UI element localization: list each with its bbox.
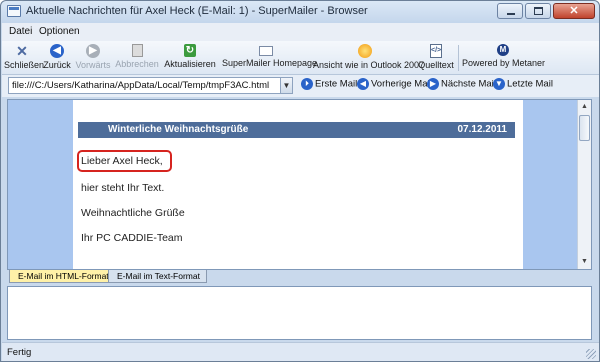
stop-button[interactable]: Abbrechen (115, 41, 159, 75)
close-window-button[interactable]: ✕ (553, 3, 595, 19)
close-icon: ✕ (569, 5, 579, 17)
close-x-icon: ✕ (16, 43, 28, 59)
toolbar: ✕ Schließen ◀ Zurück ▶ Vorwärts Abbreche… (2, 41, 599, 75)
source-code-icon: </> (430, 44, 442, 58)
browser-window: Aktuelle Nachrichten für Axel Heck (E-Ma… (0, 0, 600, 362)
arrow-down-icon: ▼ (493, 78, 505, 90)
toolbar-separator (458, 45, 459, 71)
minimize-icon (507, 13, 515, 15)
scroll-down-icon[interactable]: ▼ (579, 256, 590, 268)
first-mail-icon: ⏵ (301, 78, 313, 90)
mail-greeting: Weihnachtliche Grüße (81, 207, 185, 219)
next-mail-button[interactable]: ▶ Nächste Mail (427, 78, 496, 94)
format-tabs: E-Mail im HTML-Format E-Mail im Text-For… (7, 270, 592, 284)
stop-page-icon (131, 44, 143, 57)
scrollbar-thumb[interactable] (579, 115, 590, 141)
refresh-button[interactable]: ↻ Aktualisieren (161, 41, 219, 75)
address-bar: file:///C:/Users/Katharina/AppData/Local… (2, 75, 599, 97)
back-button[interactable]: ◀ Zurück (42, 41, 72, 75)
resize-grip-icon[interactable] (586, 349, 596, 359)
url-text: file:///C:/Users/Katharina/AppData/Local… (12, 80, 270, 91)
chevron-down-icon[interactable]: ▼ (280, 78, 292, 93)
menu-item-optionen[interactable]: Optionen (39, 26, 80, 37)
scroll-up-icon[interactable]: ▲ (579, 101, 590, 113)
mail-viewport[interactable]: Winterliche Weihnachtsgrüße 07.12.2011 L… (7, 99, 592, 270)
menu-bar: Datei Optionen (2, 23, 599, 41)
refresh-button-label: Aktualisieren (164, 59, 216, 69)
prev-mail-button[interactable]: ◀ Vorherige Mail (357, 78, 432, 94)
maximize-button[interactable] (525, 3, 551, 19)
close-button-label: Schließen (4, 60, 45, 70)
title-bar[interactable]: Aktuelle Nachrichten für Axel Heck (E-Ma… (1, 1, 599, 23)
mail-signature: Ihr PC CADDIE-Team (81, 232, 183, 244)
arrow-right-icon: ▶ (427, 78, 439, 90)
refresh-icon: ↻ (184, 44, 196, 57)
app-window-icon (7, 5, 21, 17)
outlook-view-button[interactable]: Ansicht wie in Outlook 2007 (313, 41, 425, 75)
prev-mail-label: Vorherige Mail (371, 78, 432, 90)
forward-button[interactable]: ▶ Vorwärts (74, 41, 112, 75)
status-bar: Fertig (2, 342, 599, 361)
window-controls: ✕ (497, 3, 595, 19)
mail-body-text: hier steht Ihr Text. (81, 182, 165, 194)
url-field[interactable]: file:///C:/Users/Katharina/AppData/Local… (8, 77, 293, 94)
outlook-view-button-label: Ansicht wie in Outlook 2007 (313, 60, 425, 70)
metaner-button-label: Powered by Metaner (462, 58, 546, 68)
mail-salutation: Lieber Axel Heck, (81, 155, 163, 167)
first-mail-label: Erste Mail (315, 78, 358, 90)
next-mail-label: Nächste Mail (441, 78, 496, 90)
tab-html-format[interactable]: E-Mail im HTML-Format (9, 270, 116, 283)
forward-button-label: Vorwärts (75, 60, 111, 70)
mail-page: Winterliche Weihnachtsgrüße 07.12.2011 L… (73, 100, 523, 269)
last-mail-button[interactable]: ▼ Letzte Mail (493, 78, 553, 94)
menu-item-datei[interactable]: Datei (9, 26, 32, 37)
status-text: Fertig (7, 347, 32, 358)
maximize-icon (534, 7, 543, 15)
homepage-button-label: SuperMailer Homepage (222, 58, 318, 68)
mail-header-title: Winterliche Weihnachtsgrüße (108, 124, 249, 135)
homepage-button[interactable]: SuperMailer Homepage (222, 41, 318, 75)
outlook-icon (358, 44, 372, 58)
stop-button-label: Abbrechen (115, 59, 159, 69)
metaner-logo-icon: M (497, 44, 509, 56)
metaner-button[interactable]: M Powered by Metaner (462, 41, 546, 75)
arrow-right-icon: ▶ (86, 44, 100, 58)
window-title: Aktuelle Nachrichten für Axel Heck (E-Ma… (26, 5, 368, 17)
last-mail-label: Letzte Mail (507, 78, 553, 90)
vertical-scrollbar[interactable]: ▲ ▼ (577, 100, 591, 269)
source-button-label: Quelltext (418, 60, 454, 70)
minimize-button[interactable] (497, 3, 523, 19)
arrow-left-icon: ◀ (357, 78, 369, 90)
text-pane[interactable] (7, 286, 592, 340)
tab-text-format[interactable]: E-Mail im Text-Format (108, 270, 207, 283)
envelope-icon (259, 46, 273, 56)
mail-header-date: 07.12.2011 (457, 124, 508, 135)
arrow-left-icon: ◀ (50, 44, 64, 58)
source-button[interactable]: </> Quelltext (417, 41, 455, 75)
back-button-label: Zurück (43, 60, 71, 70)
mail-header-bar: Winterliche Weihnachtsgrüße 07.12.2011 (78, 122, 515, 138)
close-button[interactable]: ✕ Schließen (4, 41, 45, 75)
first-mail-button[interactable]: ⏵ Erste Mail (301, 78, 357, 94)
